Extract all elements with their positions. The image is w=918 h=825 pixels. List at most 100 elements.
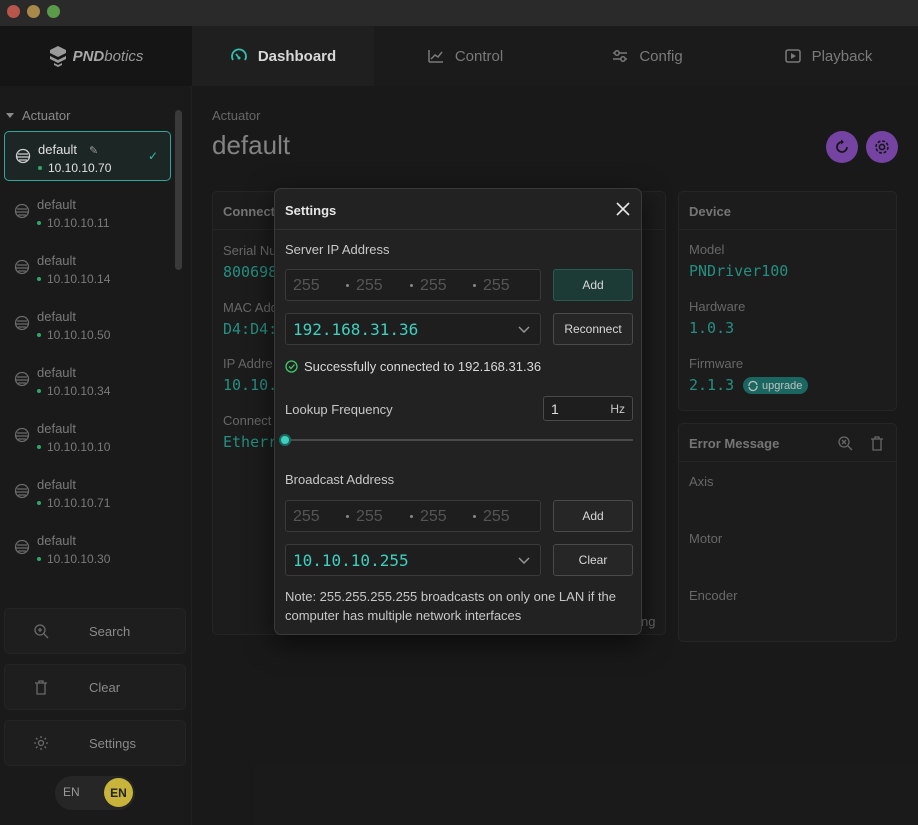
- device-item[interactable]: default 10.10.10.50: [4, 299, 171, 349]
- brand-bold: PND: [72, 47, 105, 65]
- settings-modal: Settings Server IP Address 255 255 255 2…: [274, 188, 642, 635]
- ip-octet-2[interactable]: 255: [356, 508, 383, 526]
- status-dot: [37, 557, 41, 561]
- device-item[interactable]: default 10.10.10.11: [4, 187, 171, 237]
- status-dot: [37, 389, 41, 393]
- sidebar-scrollbar[interactable]: [175, 110, 182, 270]
- ip-separator: [346, 284, 349, 287]
- device-name: default: [37, 365, 77, 380]
- ip-separator: [473, 515, 476, 518]
- actuator-icon: [14, 371, 30, 387]
- broadcast-address-label: Broadcast Address: [285, 472, 395, 487]
- tab-playback[interactable]: Playback: [738, 26, 918, 86]
- ip-separator: [410, 515, 413, 518]
- sidebar-heading-label: Actuator: [22, 108, 71, 123]
- status-dot: [38, 166, 42, 170]
- close-icon[interactable]: [615, 201, 631, 217]
- server-ip-label: Server IP Address: [285, 242, 390, 257]
- frequency-slider-track[interactable]: [285, 439, 633, 441]
- play-box-icon: [784, 49, 801, 63]
- clear-button-label: Clear: [89, 680, 121, 695]
- status-dot: [37, 445, 41, 449]
- window-titlebar: [0, 0, 918, 26]
- device-item[interactable]: default ✎ 10.10.10.70 ✓: [4, 131, 171, 181]
- device-item[interactable]: default 10.10.10.14: [4, 243, 171, 293]
- device-ip: 10.10.10.34: [47, 384, 111, 398]
- actuator-icon: [14, 483, 30, 499]
- device-name: default: [37, 421, 77, 436]
- language-toggle[interactable]: EN EN: [55, 776, 135, 810]
- ip-octet-4[interactable]: 255: [483, 508, 510, 526]
- device-item[interactable]: default 10.10.10.30: [4, 523, 171, 573]
- device-item[interactable]: default 10.10.10.34: [4, 355, 171, 405]
- edit-icon[interactable]: ✎: [89, 144, 98, 157]
- device-name: default: [38, 142, 78, 157]
- lookup-frequency-label: Lookup Frequency: [285, 402, 393, 417]
- language-option-active[interactable]: EN: [104, 778, 133, 807]
- ip-separator: [410, 284, 413, 287]
- clear-button[interactable]: Clear: [4, 664, 186, 710]
- sliders-icon: [613, 50, 628, 62]
- device-name: default: [37, 309, 77, 324]
- modal-title: Settings: [285, 203, 337, 218]
- actuator-icon: [14, 203, 30, 219]
- device-name: default: [37, 253, 77, 268]
- actuator-icon: [14, 427, 30, 443]
- gear-icon: [34, 736, 48, 750]
- device-ip: 10.10.10.14: [47, 272, 111, 286]
- search-button[interactable]: Search: [4, 608, 186, 654]
- settings-button-label: Settings: [89, 736, 136, 751]
- language-option-left[interactable]: EN: [63, 785, 80, 799]
- server-ip-input[interactable]: 255 255 255 255: [285, 269, 541, 301]
- pndbotics-logo-icon: [49, 46, 66, 67]
- settings-button[interactable]: Settings: [4, 720, 186, 766]
- device-ip: 10.10.10.50: [47, 328, 111, 342]
- broadcast-ip-input[interactable]: 255 255 255 255: [285, 500, 541, 532]
- status-dot: [37, 221, 41, 225]
- device-item[interactable]: default 10.10.10.71: [4, 467, 171, 517]
- lookup-frequency-value: 1: [551, 401, 559, 417]
- ip-octet-4[interactable]: 255: [483, 277, 510, 295]
- status-dot: [37, 277, 41, 281]
- close-window-button[interactable]: [7, 5, 20, 18]
- reconnect-button[interactable]: Reconnect: [553, 313, 633, 345]
- add-broadcast-button[interactable]: Add: [553, 500, 633, 532]
- tab-config-label: Config: [639, 47, 683, 65]
- tab-config[interactable]: Config: [556, 26, 738, 86]
- broadcast-select[interactable]: 10.10.10.255: [285, 544, 541, 576]
- search-button-label: Search: [89, 624, 131, 639]
- device-item[interactable]: default 10.10.10.10: [4, 411, 171, 461]
- server-ip-select[interactable]: 192.168.31.36: [285, 313, 541, 345]
- top-nav: PNDbotics Dashboard Control Config Playb…: [0, 26, 918, 86]
- server-ip-selected: 192.168.31.36: [293, 320, 419, 339]
- connection-status: Successfully connected to 192.168.31.36: [285, 359, 541, 374]
- connection-status-text: Successfully connected to 192.168.31.36: [304, 359, 542, 374]
- ip-octet-3[interactable]: 255: [420, 277, 447, 295]
- chevron-down-icon: [518, 557, 530, 564]
- brand-logo: PNDbotics: [0, 26, 192, 86]
- clear-broadcast-button[interactable]: Clear: [553, 544, 633, 576]
- tab-control[interactable]: Control: [374, 26, 556, 86]
- chevron-down-icon: [518, 326, 530, 333]
- frequency-slider-thumb[interactable]: [279, 434, 291, 446]
- ip-octet-2[interactable]: 255: [356, 277, 383, 295]
- minimize-window-button[interactable]: [27, 5, 40, 18]
- ip-octet-1[interactable]: 255: [293, 277, 320, 295]
- tab-dashboard[interactable]: Dashboard: [192, 26, 374, 86]
- maximize-window-button[interactable]: [47, 5, 60, 18]
- modal-header: Settings: [275, 189, 641, 230]
- actuator-icon: [15, 148, 31, 164]
- lookup-frequency-unit: Hz: [610, 402, 625, 416]
- ip-octet-1[interactable]: 255: [293, 508, 320, 526]
- check-circle-icon: [285, 360, 298, 373]
- search-plus-icon: [34, 624, 49, 639]
- sidebar: Actuator default ✎ 10.10.10.70 ✓ default…: [0, 86, 192, 825]
- sidebar-heading[interactable]: Actuator: [6, 108, 70, 123]
- actuator-icon: [14, 539, 30, 555]
- ip-octet-3[interactable]: 255: [420, 508, 447, 526]
- add-server-button[interactable]: Add: [553, 269, 633, 301]
- lookup-frequency-input[interactable]: 1 Hz: [543, 396, 633, 421]
- tab-dashboard-label: Dashboard: [257, 47, 337, 65]
- broadcast-note: Note: 255.255.255.255 broadcasts on only…: [285, 589, 617, 623]
- device-ip: 10.10.10.11: [47, 216, 110, 230]
